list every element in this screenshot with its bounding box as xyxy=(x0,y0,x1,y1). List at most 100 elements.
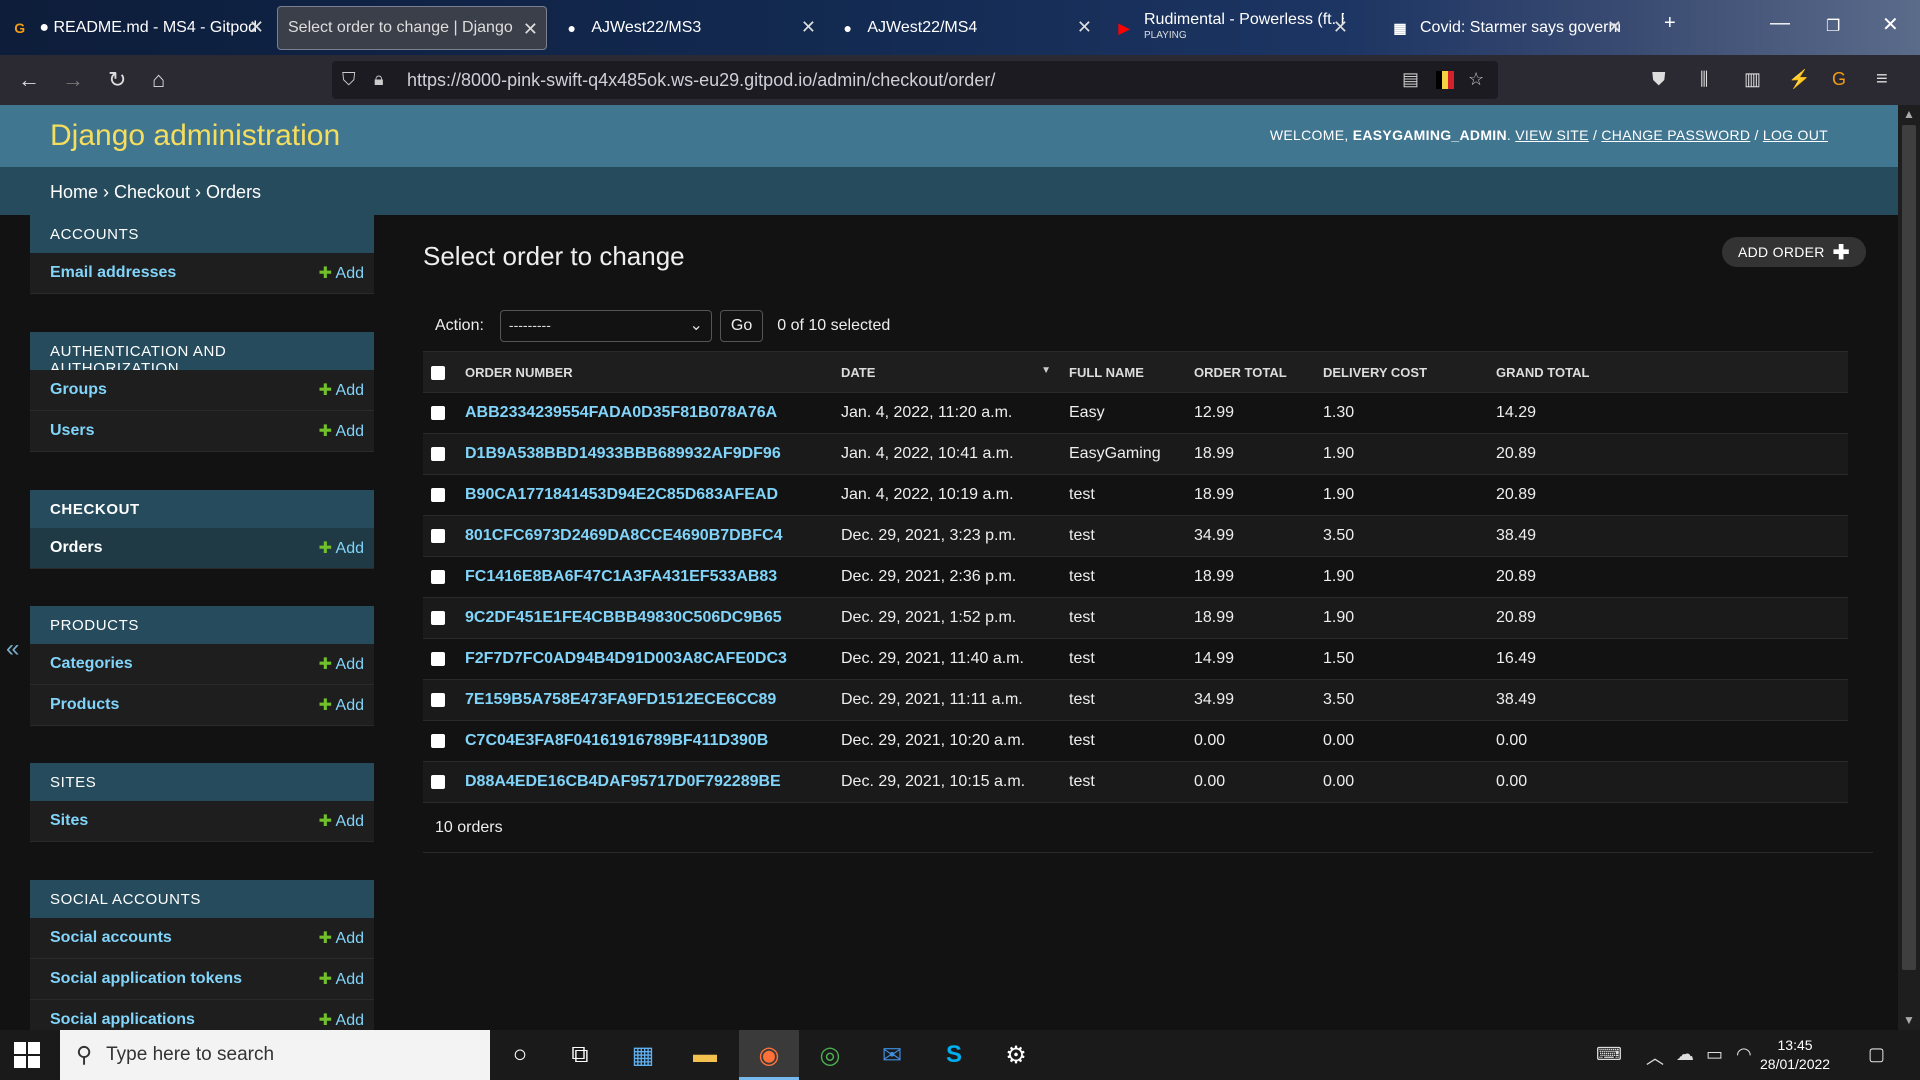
sidebar-item-email-addresses[interactable]: Email addresses ✚ Add xyxy=(30,253,374,294)
taskbar-clock[interactable]: 13:45 28/01/2022 xyxy=(1760,1036,1830,1074)
notifications-icon[interactable]: ▢ xyxy=(1868,1044,1885,1065)
forward-icon[interactable]: → xyxy=(62,67,84,93)
cloud-icon[interactable]: ☁ xyxy=(1676,1044,1694,1065)
sidebar-item-users[interactable]: Users ✚ Add xyxy=(30,411,374,452)
sidebar-item-groups[interactable]: Groups ✚ Add xyxy=(30,370,374,411)
battery-icon[interactable]: ▭ xyxy=(1706,1044,1723,1065)
sort-desc-icon[interactable]: ▼ xyxy=(1041,365,1051,376)
change-password-link[interactable]: CHANGE PASSWORD xyxy=(1601,127,1750,143)
add-link[interactable]: ✚ Add xyxy=(319,1010,364,1030)
order-link[interactable]: F2F7D7FC0AD94B4D91D003A8CAFE0DC3 xyxy=(465,650,787,667)
sidebar-item-label[interactable]: Users xyxy=(50,422,94,440)
add-link[interactable]: ✚ Add xyxy=(319,421,364,441)
scrollbar-thumb[interactable] xyxy=(1902,125,1916,970)
module-caption[interactable]: AUTHENTICATION AND AUTHORIZATION xyxy=(30,332,374,377)
module-caption[interactable]: SITES xyxy=(30,763,374,801)
sidebar-item-products[interactable]: Products ✚ Add xyxy=(30,685,374,726)
collapse-sidebar-icon[interactable]: « xyxy=(6,635,19,663)
menu-icon[interactable]: ≡ xyxy=(1876,68,1888,91)
cortana-icon[interactable]: ○ xyxy=(503,1038,537,1072)
firefox-icon[interactable]: ◉ xyxy=(752,1038,786,1072)
add-link[interactable]: ✚ Add xyxy=(319,654,364,674)
add-link[interactable]: ✚ Add xyxy=(319,263,364,283)
table-row[interactable]: 9C2DF451E1FE4CBBB49830C506DC9B65 Dec. 29,… xyxy=(423,597,1848,639)
table-row[interactable]: 801CFC6973D2469DA8CCE4690B7DBFC4 Dec. 29,… xyxy=(423,515,1848,557)
row-checkbox[interactable] xyxy=(431,610,445,625)
order-link[interactable]: FC1416E8BA6F47C1A3FA431EF533AB83 xyxy=(465,568,777,585)
reader-view-icon[interactable]: ▤ xyxy=(1402,69,1419,90)
sidebar-item-label[interactable]: Groups xyxy=(50,381,107,399)
site-brand[interactable]: Django administration xyxy=(50,119,340,153)
action-select[interactable]: --------- ⌄ xyxy=(499,310,712,342)
sidebar-item-label[interactable]: Email addresses xyxy=(50,264,176,282)
view-site-link[interactable]: VIEW SITE xyxy=(1515,127,1589,143)
column-order-number[interactable]: ORDER NUMBER xyxy=(457,351,833,393)
close-tab-icon[interactable]: ✕ xyxy=(1333,17,1348,38)
add-link[interactable]: ✚ Add xyxy=(319,811,364,831)
row-checkbox[interactable] xyxy=(431,487,445,502)
page-scrollbar[interactable]: ▲ ▼ xyxy=(1898,105,1920,1030)
settings-gear-icon[interactable]: ⚙ xyxy=(999,1038,1033,1072)
order-link[interactable]: D88A4EDE16CB4DAF95717D0F792289BE xyxy=(465,773,781,790)
sidebar-item-social-accounts[interactable]: Social accounts ✚ Add xyxy=(30,918,374,959)
order-link[interactable]: ABB2334239554FADA0D35F81B078A76A xyxy=(465,404,777,421)
table-row[interactable]: D88A4EDE16CB4DAF95717D0F792289BE Dec. 29,… xyxy=(423,761,1848,803)
bookmark-star-icon[interactable]: ☆ xyxy=(1468,69,1484,90)
order-link[interactable]: B90CA1771841453D94E2C85D683AFEAD xyxy=(465,486,778,503)
mail-icon[interactable]: ✉ xyxy=(875,1038,909,1072)
row-checkbox[interactable] xyxy=(431,651,445,666)
go-button[interactable]: Go xyxy=(719,310,764,342)
column-order-total[interactable]: ORDER TOTAL xyxy=(1186,351,1315,393)
sidebar-item-label[interactable]: Sites xyxy=(50,812,88,830)
order-link[interactable]: 7E159B5A758E473FA9FD1512ECE6CC89 xyxy=(465,691,776,708)
add-link[interactable]: ✚ Add xyxy=(319,695,364,715)
new-tab-icon[interactable]: + xyxy=(1664,12,1676,35)
task-view-icon[interactable]: ⧉ xyxy=(563,1038,597,1072)
sidebar-icon[interactable]: ▥ xyxy=(1744,69,1761,90)
close-tab-icon[interactable]: ✕ xyxy=(1077,17,1092,38)
add-order-button[interactable]: ADD ORDER ✚ xyxy=(1722,237,1866,267)
row-checkbox[interactable] xyxy=(431,405,445,420)
select-all-checkbox[interactable] xyxy=(431,365,445,380)
add-link[interactable]: ✚ Add xyxy=(319,928,364,948)
minimize-icon[interactable]: — xyxy=(1770,12,1790,35)
sidebar-item-label[interactable]: Social accounts xyxy=(50,929,172,947)
tab-readme[interactable]: G ● README.md - MS4 - Gitpod ✕ xyxy=(0,5,272,51)
column-delivery-cost[interactable]: DELIVERY COST xyxy=(1315,351,1488,393)
table-row[interactable]: 7E159B5A758E473FA9FD1512ECE6CC89 Dec. 29,… xyxy=(423,679,1848,721)
order-link[interactable]: 801CFC6973D2469DA8CCE4690B7DBFC4 xyxy=(465,527,783,544)
tab-ms4[interactable]: ● AJWest22/MS4 ✕ xyxy=(828,5,1100,51)
row-checkbox[interactable] xyxy=(431,733,445,748)
wifi-icon[interactable]: ◠ xyxy=(1736,1044,1752,1065)
column-full-name[interactable]: FULL NAME xyxy=(1061,351,1186,393)
row-checkbox[interactable] xyxy=(431,692,445,707)
table-row[interactable]: B90CA1771841453D94E2C85D683AFEAD Jan. 4, … xyxy=(423,474,1848,516)
table-row[interactable]: D1B9A538BBD14933BBB689932AF9DF96 Jan. 4, … xyxy=(423,433,1848,475)
chevron-up-icon[interactable]: ︿ xyxy=(1646,1044,1664,1070)
tab-bbc[interactable]: ▦ Covid: Starmer says governme ✕ xyxy=(1380,5,1630,51)
back-icon[interactable]: ← xyxy=(18,67,40,93)
scroll-up-icon[interactable]: ▲ xyxy=(1903,107,1915,121)
row-checkbox[interactable] xyxy=(431,569,445,584)
table-row[interactable]: FC1416E8BA6F47C1A3FA431EF533AB83 Dec. 29,… xyxy=(423,556,1848,598)
sidebar-item-label[interactable]: Social applications xyxy=(50,1011,195,1029)
url-text[interactable]: https://8000-pink-swift-q4x485ok.ws-eu29… xyxy=(407,70,995,91)
row-checkbox[interactable] xyxy=(431,446,445,461)
extension-icon[interactable]: ⚡ xyxy=(1788,69,1810,90)
tab-ms3[interactable]: ● AJWest22/MS3 ✕ xyxy=(552,5,824,51)
gitpod-extension-icon[interactable]: G xyxy=(1832,69,1846,90)
module-caption[interactable]: CHECKOUT xyxy=(30,490,374,528)
module-caption[interactable]: ACCOUNTS xyxy=(30,215,374,253)
table-row[interactable]: F2F7D7FC0AD94B4D91D003A8CAFE0DC3 Dec. 29,… xyxy=(423,638,1848,680)
reload-icon[interactable]: ↻ xyxy=(108,67,126,93)
file-explorer-icon[interactable]: ▬ xyxy=(688,1038,722,1072)
order-link[interactable]: 9C2DF451E1FE4CBBB49830C506DC9B65 xyxy=(465,609,782,626)
sidebar-item-social-application-tokens[interactable]: Social application tokens ✚ Add xyxy=(30,959,374,1000)
sidebar-item-label[interactable]: Categories xyxy=(50,655,133,673)
sidebar-item-label[interactable]: Social application tokens xyxy=(50,970,242,988)
sidebar-item-categories[interactable]: Categories ✚ Add xyxy=(30,644,374,685)
close-tab-icon[interactable]: ✕ xyxy=(801,17,816,38)
column-grand-total[interactable]: GRAND TOTAL xyxy=(1488,351,1848,393)
windows-start-icon[interactable] xyxy=(14,1042,40,1068)
add-link[interactable]: ✚ Add xyxy=(319,538,364,558)
